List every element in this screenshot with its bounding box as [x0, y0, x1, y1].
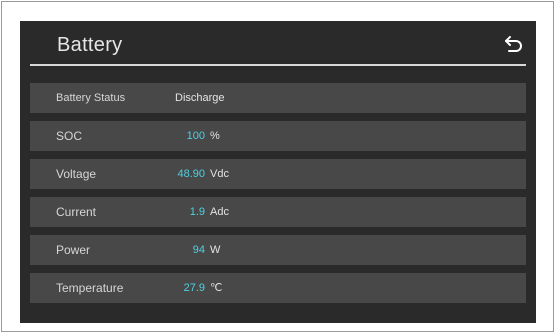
row-soc: SOC 100 %: [30, 121, 526, 151]
window-frame: Battery Battery Status Discharge SOC 100…: [1, 1, 554, 332]
row-battery-status: Battery Status Discharge: [30, 83, 526, 113]
row-label: Voltage: [56, 167, 97, 181]
voltage-value: 48.90: [177, 168, 205, 180]
row-label: SOC: [56, 129, 83, 143]
soc-value: 100: [186, 130, 205, 142]
header-divider: [30, 64, 526, 66]
row-current: Current 1.9 Adc: [30, 197, 526, 227]
row-label: Power: [56, 243, 91, 257]
row-temperature: Temperature 27.9 ℃: [30, 273, 526, 303]
page-title: Battery: [57, 34, 123, 56]
soc-unit: %: [210, 130, 220, 142]
current-unit: Adc: [210, 206, 229, 218]
temperature-unit: ℃: [210, 282, 223, 294]
back-button[interactable]: [504, 35, 524, 53]
power-value: 94: [192, 244, 205, 256]
header: Battery: [20, 21, 536, 65]
power-unit: W: [210, 244, 221, 256]
row-voltage: Voltage 48.90 Vdc: [30, 159, 526, 189]
return-arrow-icon: [505, 36, 522, 52]
temperature-value: 27.9: [183, 282, 205, 294]
battery-panel: Battery Battery Status Discharge SOC 100…: [20, 21, 536, 323]
row-label: Battery Status: [56, 92, 126, 104]
row-label: Temperature: [56, 281, 124, 295]
row-label: Current: [56, 205, 97, 219]
battery-status-value: Discharge: [175, 92, 225, 104]
row-power: Power 94 W: [30, 235, 526, 265]
current-value: 1.9: [189, 206, 205, 218]
voltage-unit: Vdc: [210, 168, 229, 180]
